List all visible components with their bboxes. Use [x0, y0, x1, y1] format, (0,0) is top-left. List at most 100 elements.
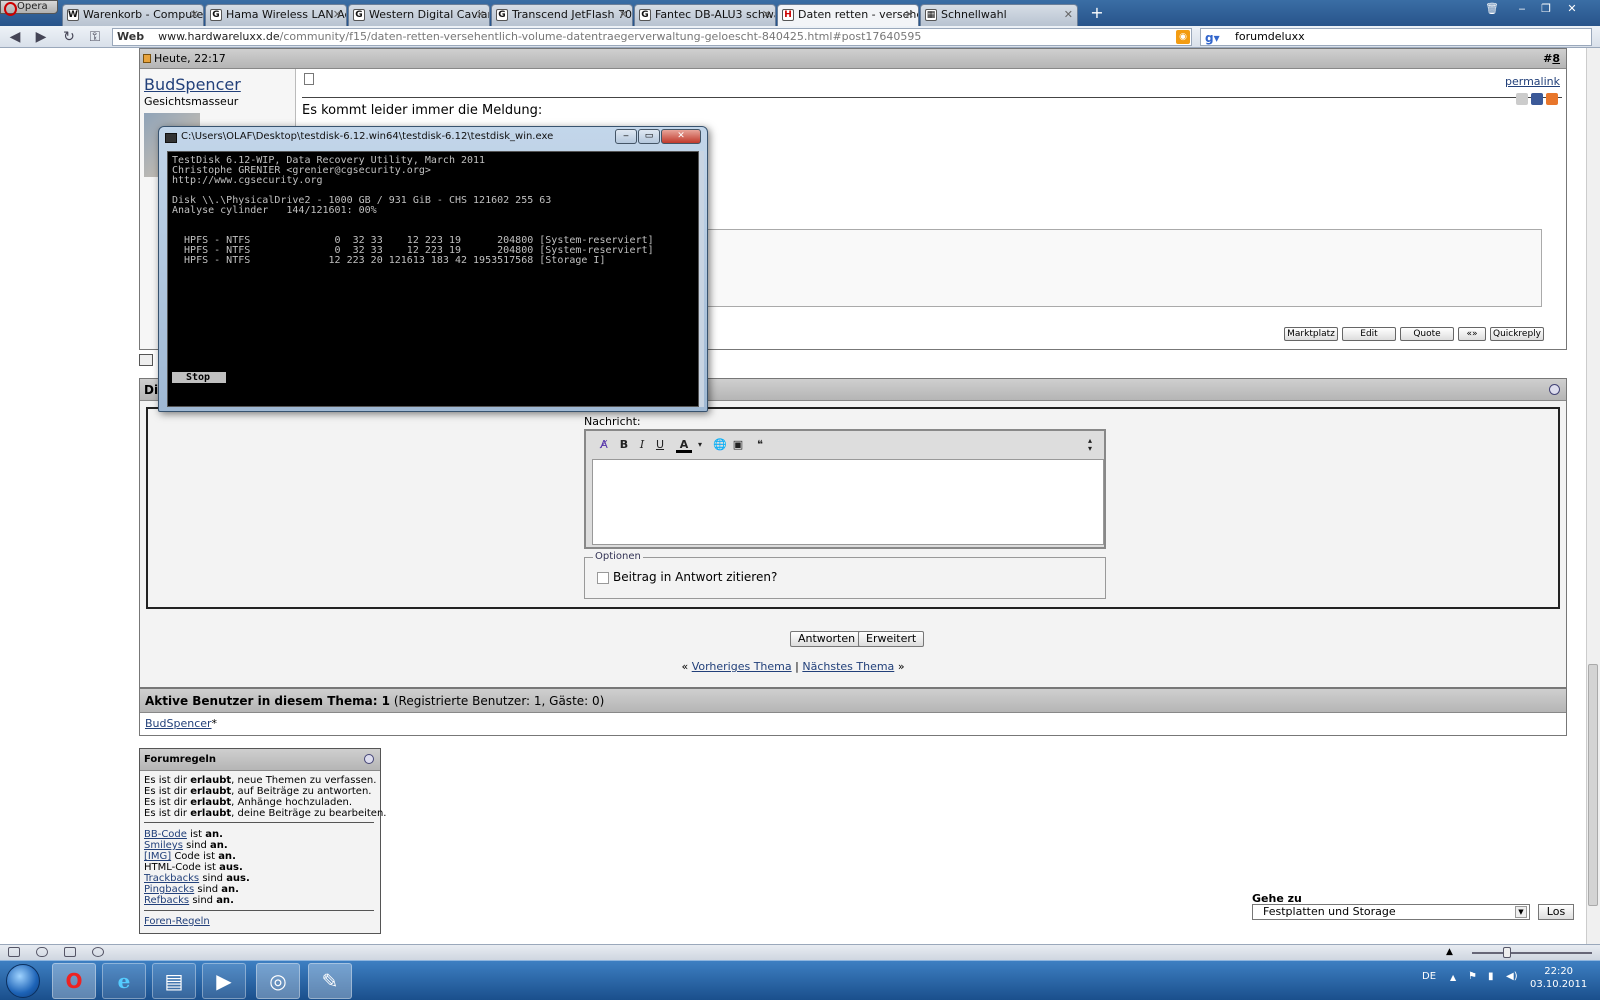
- zoom-slider-handle[interactable]: [1503, 947, 1511, 958]
- code-state: an: [221, 884, 236, 895]
- turbo-icon[interactable]: [92, 947, 104, 957]
- previous-thread-link[interactable]: Vorheriges Thema: [692, 660, 792, 673]
- post-number-link[interactable]: 8: [1552, 52, 1560, 65]
- address-bar[interactable]: Web www.hardwareluxx.de/community/f15/dat…: [112, 28, 1192, 46]
- trackbacks-link[interactable]: Trackbacks: [144, 873, 199, 884]
- quote-button[interactable]: Quote: [1400, 327, 1454, 341]
- page-scrollbar-thumb[interactable]: [1588, 664, 1598, 906]
- next-thread-link[interactable]: Nächstes Thema: [802, 660, 894, 673]
- key-icon[interactable]: ⚿: [86, 28, 104, 46]
- rss-feed-icon[interactable]: ◉: [1176, 30, 1190, 44]
- trash-icon[interactable]: 🗑: [1482, 2, 1502, 16]
- tab-fantec[interactable]: G Fantec DB-ALU3 schwa...✕: [634, 4, 776, 26]
- zoom-up-icon[interactable]: ▲: [1446, 947, 1453, 957]
- paint-icon[interactable]: ✎: [308, 963, 352, 999]
- tab-transcend[interactable]: G Transcend JetFlash 700 ...✕: [491, 4, 633, 26]
- stop-button[interactable]: Stop: [172, 372, 226, 383]
- tab-hama[interactable]: G Hama Wireless LAN Ad...✕: [205, 4, 347, 26]
- volume-icon[interactable]: ◀): [1506, 971, 1518, 982]
- feed-share-icon[interactable]: [1546, 93, 1558, 105]
- tab-close-icon[interactable]: ✕: [333, 5, 342, 25]
- active-user-link[interactable]: BudSpencer: [145, 717, 212, 730]
- console-close-icon[interactable]: ✕: [661, 129, 701, 144]
- panel-toggle-icon[interactable]: [8, 947, 20, 957]
- tab-close-icon[interactable]: ✕: [1064, 5, 1073, 25]
- network-tool-icon[interactable]: ◎: [256, 963, 300, 999]
- forward-arrow-icon[interactable]: ▶: [32, 28, 50, 46]
- console-minimize-icon[interactable]: ‒: [615, 129, 637, 144]
- insert-link-icon[interactable]: 🌐: [712, 437, 728, 453]
- pingbacks-link[interactable]: Pingbacks: [144, 884, 194, 895]
- font-color-icon[interactable]: A: [676, 437, 692, 453]
- permalink-link[interactable]: permalink: [1505, 75, 1560, 88]
- bb-code-link[interactable]: BB-Code: [144, 829, 187, 840]
- chevron-down-icon[interactable]: ▾: [692, 437, 708, 453]
- advanced-reply-button[interactable]: Erweitert: [858, 631, 925, 647]
- internet-explorer-icon[interactable]: e: [102, 963, 146, 999]
- back-arrow-icon[interactable]: ◀: [6, 28, 24, 46]
- tab-close-icon[interactable]: ✕: [619, 5, 628, 25]
- bold-icon[interactable]: B: [616, 437, 632, 453]
- share-icon[interactable]: [64, 947, 76, 957]
- img-code-link[interactable]: [IMG]: [144, 851, 171, 862]
- facebook-icon[interactable]: [1531, 93, 1543, 105]
- submit-reply-button[interactable]: Antworten: [790, 631, 864, 647]
- post-number[interactable]: #8: [1543, 49, 1560, 69]
- edit-button[interactable]: Edit: [1342, 327, 1396, 341]
- language-indicator[interactable]: DE: [1422, 971, 1436, 982]
- collapse-icon[interactable]: [1549, 384, 1560, 395]
- chevron-down-icon[interactable]: ▼: [1515, 906, 1527, 918]
- bookmark-share-icon[interactable]: [1516, 93, 1528, 105]
- insert-image-icon[interactable]: ▣: [730, 437, 746, 453]
- quote-post-label[interactable]: Beitrag in Antwort zitieren?: [613, 570, 777, 584]
- action-center-flag-icon[interactable]: ⚑: [1468, 971, 1477, 982]
- tab-close-icon[interactable]: ✕: [476, 5, 485, 25]
- quote-post-checkbox[interactable]: [597, 572, 609, 584]
- zoom-slider[interactable]: [1472, 952, 1592, 954]
- minimize-icon[interactable]: ‒: [1512, 2, 1532, 16]
- media-player-icon[interactable]: ▶: [202, 963, 246, 999]
- start-button[interactable]: [6, 964, 40, 998]
- tab-close-icon[interactable]: ✕: [905, 5, 914, 25]
- goto-button[interactable]: Los: [1538, 904, 1574, 920]
- italic-icon[interactable]: I: [634, 437, 650, 453]
- goto-forum-select[interactable]: Festplatten und Storage ▼: [1252, 904, 1530, 920]
- insert-quote-icon[interactable]: ❝: [752, 437, 768, 453]
- tab-schnellwahl[interactable]: ▦ Schnellwahl ✕: [920, 4, 1078, 26]
- new-tab-plus-icon[interactable]: +: [1088, 4, 1106, 22]
- testdisk-console-window[interactable]: C:\Users\OLAF\Desktop\testdisk-6.12.win6…: [158, 126, 708, 412]
- console-scrollbar[interactable]: [699, 151, 704, 407]
- close-icon[interactable]: ✕: [1562, 2, 1582, 16]
- restore-icon[interactable]: ❐: [1536, 2, 1556, 16]
- refbacks-link[interactable]: Refbacks: [144, 895, 189, 906]
- underline-icon[interactable]: U: [652, 437, 668, 453]
- search-input[interactable]: g▾ forumdeluxx: [1200, 28, 1592, 46]
- console-maximize-icon[interactable]: ▭: [638, 129, 660, 144]
- opera-menu-button[interactable]: Opera: [0, 0, 58, 16]
- post-username[interactable]: BudSpencer: [144, 75, 241, 94]
- network-signal-icon[interactable]: ▮: [1488, 971, 1494, 982]
- remove-format-icon[interactable]: A̸: [596, 437, 612, 453]
- resize-arrows-icon[interactable]: ▴ ▾: [1082, 437, 1098, 453]
- explorer-folder-icon[interactable]: ▤: [152, 963, 196, 999]
- console-output[interactable]: TestDisk 6.12-WIP, Data Recovery Utility…: [167, 151, 699, 407]
- forum-rules-link[interactable]: Foren-Regeln: [144, 916, 210, 927]
- opera-taskbar-icon[interactable]: O: [52, 963, 96, 999]
- message-textarea[interactable]: [592, 459, 1104, 545]
- tab-western-digital[interactable]: G Western Digital Caviar ...✕: [348, 4, 490, 26]
- quickreply-button[interactable]: Quickreply: [1490, 327, 1544, 341]
- tab-close-icon[interactable]: ✕: [190, 5, 199, 25]
- tab-close-icon[interactable]: ✕: [762, 5, 771, 25]
- tray-expand-icon[interactable]: ▲: [1450, 973, 1456, 982]
- reload-icon[interactable]: ↻: [60, 28, 78, 46]
- marktplatz-button[interactable]: Marktplatz: [1284, 327, 1338, 341]
- collapse-icon[interactable]: [364, 754, 374, 764]
- tab-daten-retten[interactable]: H Daten retten - versehen...✕: [777, 4, 919, 27]
- smileys-link[interactable]: Smileys: [144, 840, 183, 851]
- multiquote-button[interactable]: «»: [1458, 327, 1486, 341]
- cloud-icon[interactable]: [36, 947, 48, 957]
- tab-warenkorb[interactable]: W Warenkorb - Computer... ✕: [62, 4, 204, 26]
- post-icon: [304, 73, 314, 85]
- clock[interactable]: 22:20 03.10.2011: [1530, 965, 1587, 991]
- code-state: aus: [226, 873, 247, 884]
